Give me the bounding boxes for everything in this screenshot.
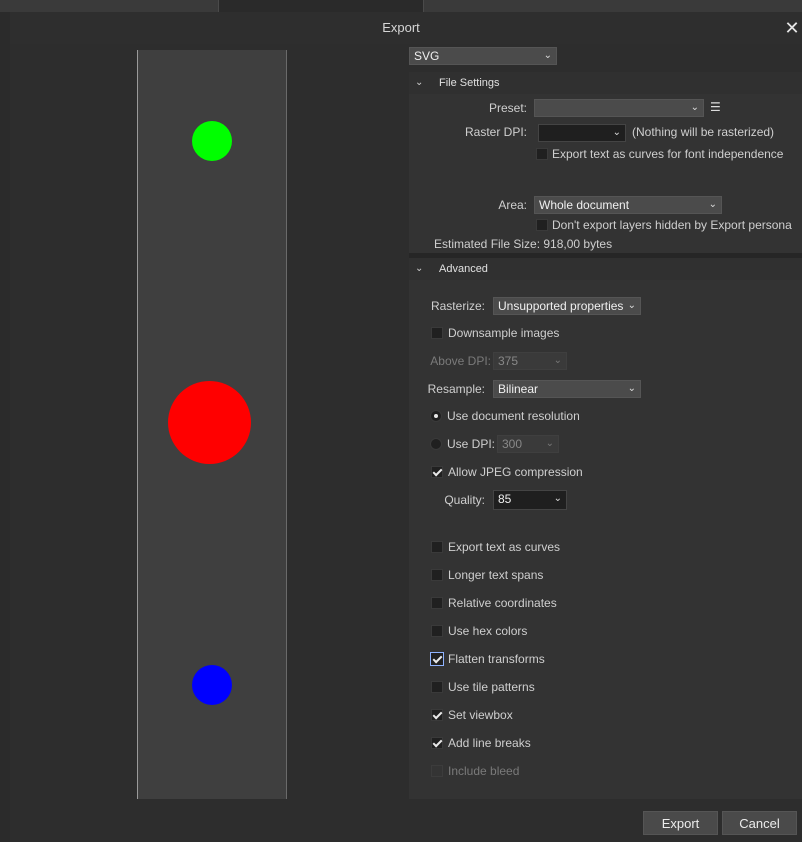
raster-dpi-select[interactable]: ⌄ <box>538 124 626 142</box>
file-settings-header[interactable]: ⌄ File Settings <box>409 72 802 94</box>
add-line-breaks-label: Add line breaks <box>448 736 531 750</box>
export-text-as-curves-checkbox[interactable] <box>431 541 443 553</box>
format-value: SVG <box>414 49 440 63</box>
advanced-header[interactable]: ⌄ Advanced <box>409 258 802 280</box>
allow-jpeg-checkbox[interactable] <box>431 466 443 478</box>
use-doc-res-radio[interactable] <box>430 410 442 422</box>
dont-export-hidden-checkbox[interactable] <box>536 219 548 231</box>
hamburger-menu-icon[interactable]: ☰ <box>710 100 721 114</box>
area-select[interactable]: Whole document ⌄ <box>534 196 722 214</box>
preset-label: Preset: <box>488 101 527 115</box>
relative-coordinates-checkbox[interactable] <box>431 597 443 609</box>
file-settings-label: File Settings <box>439 77 500 89</box>
use-dpi-value: 300 <box>502 437 523 451</box>
rasterize-label: Rasterize: <box>430 299 485 313</box>
above-dpi-label: Above DPI: <box>430 354 491 368</box>
area-label: Area: <box>498 198 527 212</box>
background-tab <box>218 0 424 12</box>
area-value: Whole document <box>539 198 630 212</box>
resample-label: Resample: <box>427 382 485 396</box>
rasterize-select[interactable]: Unsupported properties ⌄ <box>493 297 641 315</box>
above-dpi-value: 375 <box>498 354 519 368</box>
set-viewbox-checkbox[interactable] <box>431 709 443 721</box>
use-tile-patterns-checkbox[interactable] <box>431 681 443 693</box>
settings-panel: ⌄ File Settings Preset: ⌄ ☰ Raster DPI: … <box>409 72 802 799</box>
flatten-transforms-checkbox[interactable] <box>430 652 444 666</box>
cancel-button[interactable]: Cancel <box>722 811 797 835</box>
chevron-down-icon: ⌄ <box>627 300 636 311</box>
dialog-title: Export <box>382 20 420 35</box>
preview-canvas <box>137 50 287 799</box>
downsample-label: Downsample images <box>448 326 560 340</box>
resample-select[interactable]: Bilinear ⌄ <box>493 380 641 398</box>
use-hex-colors-checkbox[interactable] <box>431 625 443 637</box>
add-line-breaks-checkbox[interactable] <box>431 737 443 749</box>
relative-coordinates-label: Relative coordinates <box>448 596 557 610</box>
resample-value: Bilinear <box>498 382 539 396</box>
chevron-down-icon: ⌄ <box>690 102 699 113</box>
format-select[interactable]: SVG ⌄ <box>409 47 557 65</box>
use-dpi-radio[interactable] <box>430 438 442 450</box>
rasterize-value: Unsupported properties <box>498 299 624 313</box>
export-text-as-curves-label: Export text as curves <box>448 540 561 554</box>
quality-label: Quality: <box>444 493 485 507</box>
chevron-down-icon: ⌄ <box>543 50 552 61</box>
estimated-file-size: Estimated File Size: 918,00 bytes <box>434 237 613 251</box>
chevron-down-icon: ⌄ <box>708 199 717 210</box>
include-bleed-label: Include bleed <box>448 764 520 778</box>
use-tile-patterns-label: Use tile patterns <box>448 680 535 694</box>
export-button[interactable]: Export <box>643 811 718 835</box>
green-dot <box>192 121 232 161</box>
chevron-down-icon: ⌄ <box>415 77 424 88</box>
export-text-curves-font-checkbox[interactable] <box>536 148 548 160</box>
raster-dpi-label: Raster DPI: <box>464 125 527 139</box>
dont-export-hidden-label: Don't export layers hidden by Export per… <box>552 218 792 232</box>
use-hex-colors-label: Use hex colors <box>448 624 528 638</box>
longer-text-spans-label: Longer text spans <box>448 568 544 582</box>
close-icon[interactable]: ✕ <box>782 16 802 40</box>
use-dpi-select[interactable]: 300 ⌄ <box>497 435 559 453</box>
blue-dot <box>192 665 232 705</box>
chevron-down-icon: ⌄ <box>545 438 554 449</box>
chevron-down-icon: ⌄ <box>627 383 636 394</box>
raster-note: (Nothing will be rasterized) <box>632 125 775 139</box>
use-dpi-label: Use DPI: <box>447 437 496 451</box>
red-dot <box>168 381 251 464</box>
chevron-down-icon: ⌄ <box>415 263 424 274</box>
longer-text-spans-checkbox[interactable] <box>431 569 443 581</box>
downsample-checkbox[interactable] <box>431 327 443 339</box>
set-viewbox-label: Set viewbox <box>448 708 513 722</box>
background-window-strip <box>0 0 802 12</box>
quality-value: 85 <box>498 492 512 506</box>
advanced-label: Advanced <box>439 263 488 275</box>
chevron-down-icon: ⌄ <box>612 127 621 138</box>
chevron-down-icon: ⌄ <box>553 355 562 366</box>
include-bleed-checkbox <box>431 765 443 777</box>
preset-select[interactable]: ⌄ <box>534 99 704 117</box>
above-dpi-select[interactable]: 375 ⌄ <box>493 352 567 370</box>
flatten-transforms-label: Flatten transforms <box>448 652 545 666</box>
use-doc-res-label: Use document resolution <box>447 409 580 423</box>
allow-jpeg-label: Allow JPEG compression <box>448 465 583 479</box>
export-text-curves-font-label: Export text as curves for font independe… <box>552 147 784 161</box>
quality-select[interactable]: 85 ⌄ <box>493 490 567 510</box>
chevron-down-icon: ⌄ <box>553 493 562 504</box>
